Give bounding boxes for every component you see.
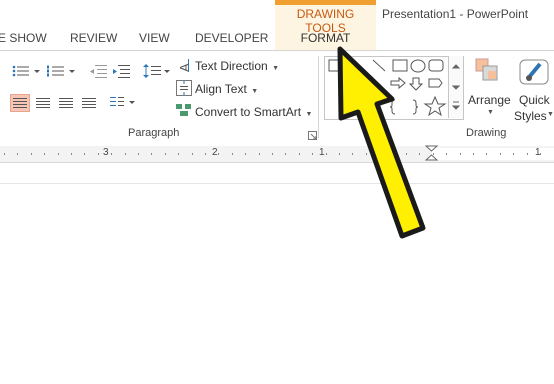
decrease-indent-icon [90, 65, 107, 78]
ruler-tick [165, 153, 166, 155]
ruler-tick [151, 153, 152, 155]
ruler-tick [98, 153, 99, 155]
columns-button[interactable] [110, 96, 138, 115]
text-direction-icon: A [176, 57, 192, 78]
svg-text:A: A [177, 63, 192, 72]
justify-icon [82, 97, 96, 109]
ruler-tick [31, 153, 32, 155]
tab-developer[interactable]: DEVELOPER [195, 31, 268, 45]
ruler-tick [44, 153, 45, 155]
paragraph-dialog-launcher[interactable] [308, 128, 318, 146]
drawing-tools-accent-line [275, 0, 376, 5]
align-left-button[interactable] [10, 94, 30, 112]
ruler-tick [272, 153, 273, 155]
justify-button[interactable] [79, 94, 99, 112]
yellow-arrow-annotation [337, 46, 426, 239]
tab-view[interactable]: VIEW [139, 31, 170, 45]
chevron-down-icon: ▼ [272, 65, 280, 72]
bullets-button[interactable] [12, 64, 42, 83]
ruler-tick [84, 153, 85, 155]
ruler-tick [299, 153, 300, 155]
numbering-button[interactable] [47, 64, 77, 83]
chevron-down-icon: ▼ [251, 88, 259, 95]
align-left-icon [13, 97, 27, 109]
ruler-tick [259, 153, 260, 155]
window-title: Presentation1 - PowerPoint [382, 7, 529, 21]
ruler-tick [58, 153, 59, 155]
ruler-tick [192, 153, 193, 155]
bullets-icon [12, 65, 40, 77]
ruler-tick [527, 153, 528, 155]
align-text-label: Align Text [195, 82, 247, 96]
ruler-tick [460, 153, 461, 155]
align-right-button[interactable] [56, 94, 76, 112]
increase-indent-button[interactable] [112, 64, 130, 83]
ruler-tick [285, 153, 286, 155]
increase-indent-icon [113, 65, 130, 78]
numbering-icon [47, 65, 75, 77]
ruler-tick [205, 153, 206, 155]
tab-review[interactable]: REVIEW [70, 31, 117, 45]
gallery-scroll[interactable] [448, 56, 463, 118]
text-direction-button[interactable]: Text Direction ▼ [195, 57, 279, 75]
ruler-label: 3 [103, 147, 109, 158]
smartart-icon [176, 103, 192, 122]
decrease-indent-button[interactable] [89, 64, 107, 83]
paragraph-group-label: Paragraph [128, 127, 180, 139]
text-direction-label: Text Direction [195, 59, 268, 73]
align-center-icon [36, 97, 50, 109]
gallery-scroll-arrows [451, 64, 461, 110]
ruler-tick [178, 153, 179, 155]
quick-styles-label-line2: Styles [514, 109, 547, 123]
chevron-down-icon: ▼ [305, 111, 313, 118]
ruler-tick [473, 153, 474, 155]
chevron-down-icon: ▼ [487, 109, 494, 116]
convert-to-smartart-button[interactable]: Convert to SmartArt ▼ [195, 103, 312, 121]
ruler-tick [4, 153, 5, 155]
chevron-down-icon: ▼ [547, 111, 554, 118]
group-separator [318, 56, 319, 138]
slide-edge [0, 183, 554, 184]
align-text-icon [176, 80, 192, 101]
center-button[interactable] [33, 94, 53, 112]
dialog-launcher-icon [308, 131, 317, 140]
slide-canvas[interactable] [0, 163, 554, 384]
ruler-tick [540, 153, 541, 155]
convert-to-smartart-label: Convert to SmartArt [195, 105, 302, 119]
arrange-icon [474, 57, 502, 90]
ruler-tick [138, 153, 139, 155]
ruler-tick [111, 153, 112, 155]
ruler-tick [218, 153, 219, 155]
ruler-tick [312, 153, 313, 155]
arrange-button[interactable]: Arrange [468, 93, 511, 107]
line-spacing-icon [143, 64, 170, 78]
ruler-tick [71, 153, 72, 155]
ruler-tick [486, 153, 487, 155]
align-text-button[interactable]: Align Text ▼ [195, 80, 258, 98]
ruler-tick [513, 153, 514, 155]
ruler-tick [446, 153, 447, 155]
quick-styles-icon [518, 58, 550, 91]
ruler-tick [125, 153, 126, 155]
ruler-tick [232, 153, 233, 155]
drawing-group-label: Drawing [466, 127, 507, 139]
align-right-icon [59, 97, 73, 109]
columns-icon [110, 97, 135, 106]
line-spacing-button[interactable] [143, 63, 171, 84]
ruler-tick [17, 153, 18, 155]
tab-slide-show[interactable]: E SHOW [0, 31, 47, 45]
quick-styles-button[interactable]: Quick [519, 93, 550, 107]
ruler-tick [245, 153, 246, 155]
ruler-label: 2 [212, 147, 218, 158]
ruler-tick [500, 153, 501, 155]
